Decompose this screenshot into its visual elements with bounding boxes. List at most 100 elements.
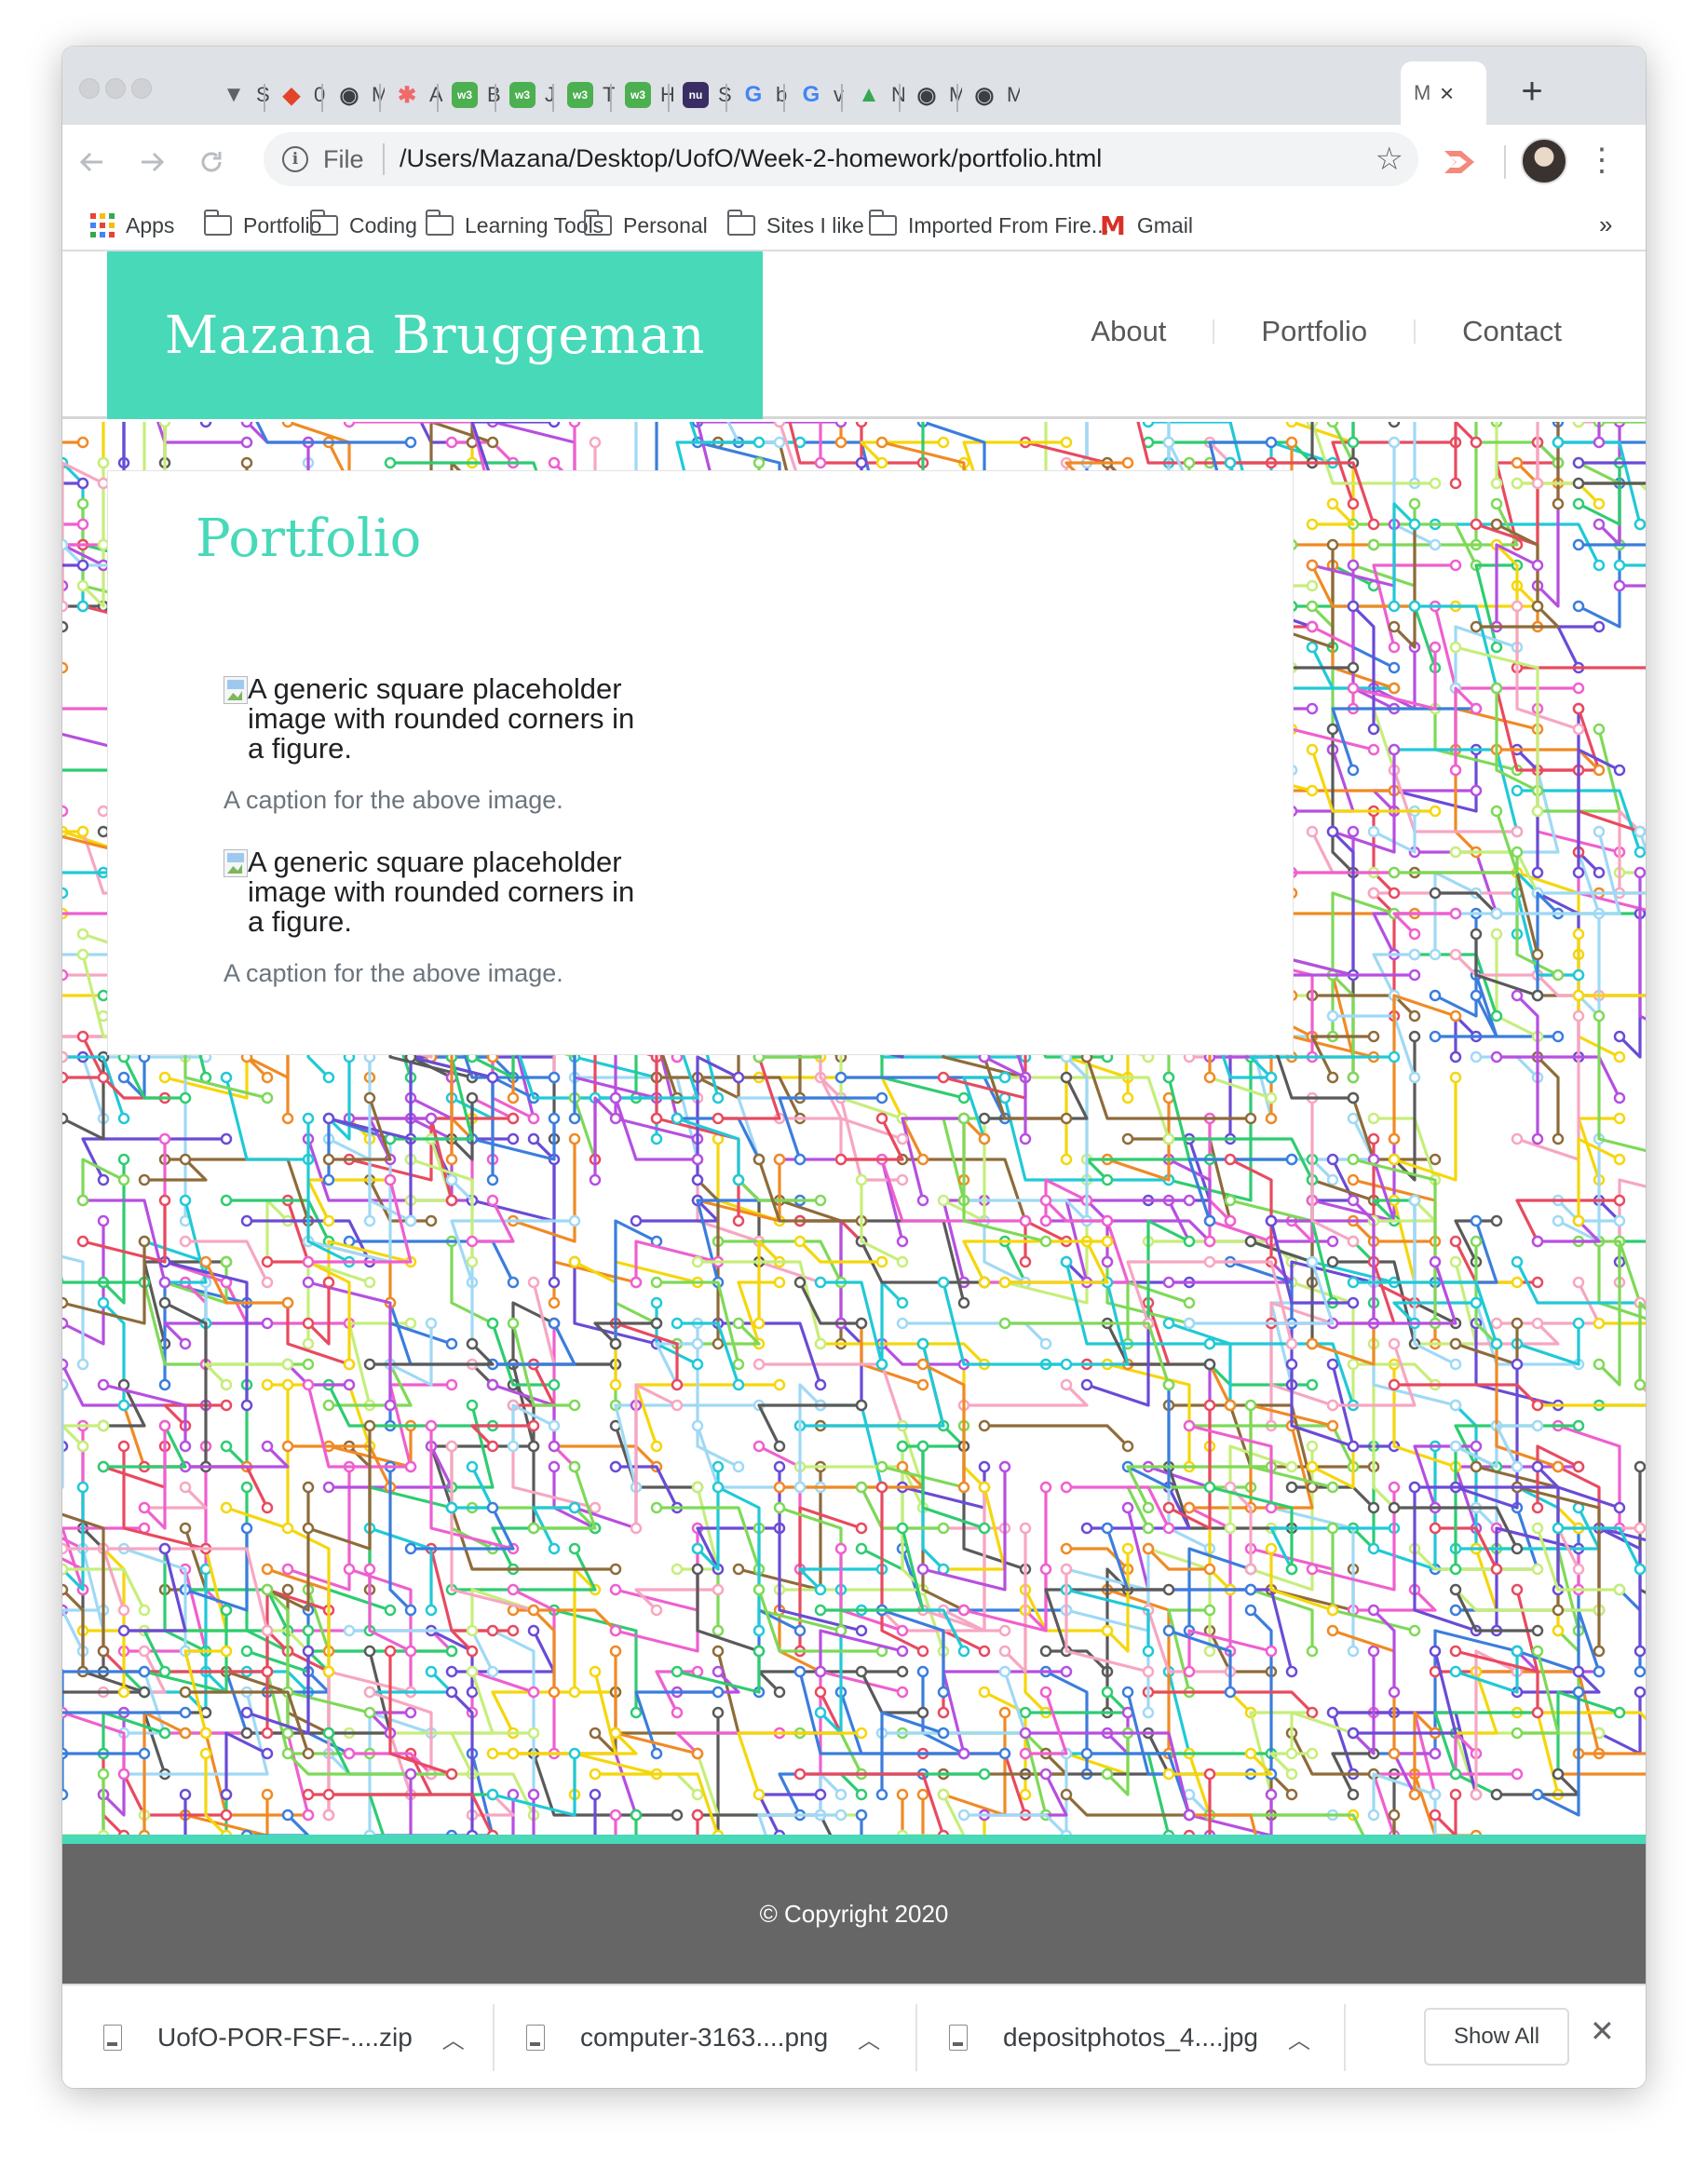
browser-window: ▼ S ◆ 0 ◉ M ✱ Aw3 Bw3 Jw3 Tw3 Hnu S Gb Gv ▲ N ◉ M ◉ M M × + … xyxy=(62,47,1646,2088)
toolbar: i File /Users/Mazana/Desktop/UofO/Week-2… xyxy=(62,125,1646,199)
tab[interactable]: Gv xyxy=(785,65,847,125)
forward-button[interactable] xyxy=(128,138,176,186)
page-title: Portfolio xyxy=(196,508,422,569)
arrow-right-icon xyxy=(142,152,165,172)
site-header: Mazana Bruggeman About Portfolio Contact xyxy=(62,251,1646,419)
nav-link-about[interactable]: About xyxy=(1044,315,1213,348)
scheme-label: File xyxy=(323,145,364,173)
info-icon[interactable]: i xyxy=(282,146,308,172)
tab-title: M xyxy=(1007,83,1020,106)
zoom-window-button[interactable] xyxy=(131,78,152,99)
show-all-button[interactable]: Show All xyxy=(1424,2008,1569,2066)
address-divider xyxy=(383,143,385,175)
minimize-window-button[interactable] xyxy=(105,78,126,99)
tab[interactable]: w3 B xyxy=(439,65,500,125)
tab[interactable]: nu S xyxy=(670,65,731,125)
chevron-up-icon[interactable]: ︿ xyxy=(442,2022,465,2054)
drive-icon: ▲ xyxy=(858,82,880,107)
image-alt-text: A generic square placeholder image with … xyxy=(248,846,635,938)
download-item[interactable]: UofO-POR-FSF-....zip ︿ xyxy=(103,1985,465,2088)
bookmark-item[interactable]: Sites I like xyxy=(726,207,864,244)
folder-icon xyxy=(425,210,454,236)
tab[interactable]: ▲ N xyxy=(843,65,904,125)
bookmark-label: Coding xyxy=(349,212,417,237)
url-text[interactable]: /Users/Mazana/Desktop/UofO/Week-2-homewo… xyxy=(400,144,1102,173)
footer-accent-bar xyxy=(62,1835,1646,1844)
tab-active[interactable]: M × xyxy=(1401,61,1486,125)
tab[interactable]: ◆ 0 xyxy=(265,65,327,125)
download-item[interactable]: computer-3163....png ︿ xyxy=(526,1985,880,2088)
download-filename: depositphotos_4....jpg xyxy=(1003,2023,1258,2052)
close-shelf-icon[interactable]: ✕ xyxy=(1590,2013,1615,2049)
tab-title: M xyxy=(1414,81,1431,104)
bookmark-star-icon[interactable]: ☆ xyxy=(1376,141,1403,178)
bookmark-item[interactable]: Learning Tools xyxy=(425,207,603,244)
folder-icon xyxy=(726,210,755,236)
chevron-up-icon[interactable]: ︿ xyxy=(858,2022,880,2054)
folder-icon xyxy=(868,210,897,236)
image-alt-text: A generic square placeholder image with … xyxy=(248,672,635,765)
chevron-up-icon[interactable]: ︿ xyxy=(1288,2022,1310,2054)
nav-link-contact[interactable]: Contact xyxy=(1416,315,1562,348)
reload-icon xyxy=(201,152,222,172)
bookmark-item[interactable]: Apps xyxy=(90,207,174,244)
tab[interactable]: w3 H xyxy=(612,65,673,125)
bookmark-label: Gmail xyxy=(1136,212,1193,237)
bookmark-label: Apps xyxy=(126,212,175,237)
bookmark-item[interactable]: Imported From Fire... xyxy=(868,207,1109,244)
bookmarks-overflow-button[interactable]: » xyxy=(1599,210,1612,239)
download-divider xyxy=(915,2004,917,2071)
back-button[interactable] xyxy=(68,138,116,186)
tab[interactable]: w3 T xyxy=(554,65,616,125)
broken-image-icon xyxy=(224,849,248,877)
close-tab-icon[interactable]: × xyxy=(1440,79,1454,108)
tab[interactable]: w3 J xyxy=(496,65,558,125)
new-tab-button[interactable]: + xyxy=(1510,69,1554,114)
tab[interactable]: ◉ M xyxy=(323,65,385,125)
tab[interactable]: Gb xyxy=(727,65,789,125)
nav-link-portfolio[interactable]: Portfolio xyxy=(1214,315,1414,348)
tab[interactable]: ▼ S xyxy=(208,65,269,125)
download-divider xyxy=(1344,2004,1346,2071)
folder-icon xyxy=(309,210,338,236)
tab[interactable]: ◉ M xyxy=(901,65,962,125)
tab[interactable]: ✱ A xyxy=(381,65,442,125)
w3-icon: w3 xyxy=(625,82,651,108)
globe-icon: ◉ xyxy=(974,82,995,108)
bookmark-item[interactable]: Coding xyxy=(309,207,417,244)
nu-icon: nu xyxy=(683,82,709,108)
close-window-button[interactable] xyxy=(79,78,100,99)
profile-avatar[interactable] xyxy=(1521,138,1567,184)
google-icon: G xyxy=(744,82,763,107)
menu-icon[interactable]: ⋮ xyxy=(1586,140,1618,184)
tab[interactable]: ◉ M xyxy=(958,65,1020,125)
bookmark-label: Personal xyxy=(623,212,708,237)
bookmark-item[interactable]: M Gmail xyxy=(1100,207,1193,244)
asterisk-icon: ✱ xyxy=(397,82,417,108)
download-item[interactable]: depositphotos_4....jpg ︿ xyxy=(949,1985,1310,2088)
site-nav: About Portfolio Contact xyxy=(1044,315,1562,348)
figure-caption: A caption for the above image. xyxy=(224,786,563,814)
portfolio-figure: A generic square placeholder image with … xyxy=(224,674,652,815)
bookmark-label: Sites I like xyxy=(766,212,864,237)
zip-file-icon xyxy=(103,2025,122,2051)
png-file-icon xyxy=(526,2025,545,2051)
w3-icon: w3 xyxy=(567,82,593,108)
extension-icon[interactable] xyxy=(1439,143,1480,181)
w3-icon: w3 xyxy=(509,82,535,108)
site-brand: Mazana Bruggeman xyxy=(164,305,706,366)
globe-icon: ◉ xyxy=(339,82,359,108)
address-bar[interactable]: i File /Users/Mazana/Desktop/UofO/Week-2… xyxy=(264,132,1418,186)
download-divider xyxy=(493,2004,495,2071)
bookmarks-bar: Apps Portfolio Coding Learning Tools Persona… xyxy=(62,199,1646,251)
brand-block[interactable]: Mazana Bruggeman xyxy=(107,251,763,419)
broken-image-icon xyxy=(224,676,248,704)
figure-caption: A caption for the above image. xyxy=(224,959,563,987)
gitlab-icon: ◆ xyxy=(282,82,301,108)
download-shelf: UofO-POR-FSF-....zip ︿ computer-3163....… xyxy=(62,1984,1646,2088)
reload-button[interactable] xyxy=(187,138,236,186)
bookmark-item[interactable]: Portfolio xyxy=(203,207,321,244)
globe-icon: ◉ xyxy=(916,82,937,108)
w3-icon: w3 xyxy=(452,82,478,108)
bookmark-item[interactable]: Personal xyxy=(583,207,708,244)
